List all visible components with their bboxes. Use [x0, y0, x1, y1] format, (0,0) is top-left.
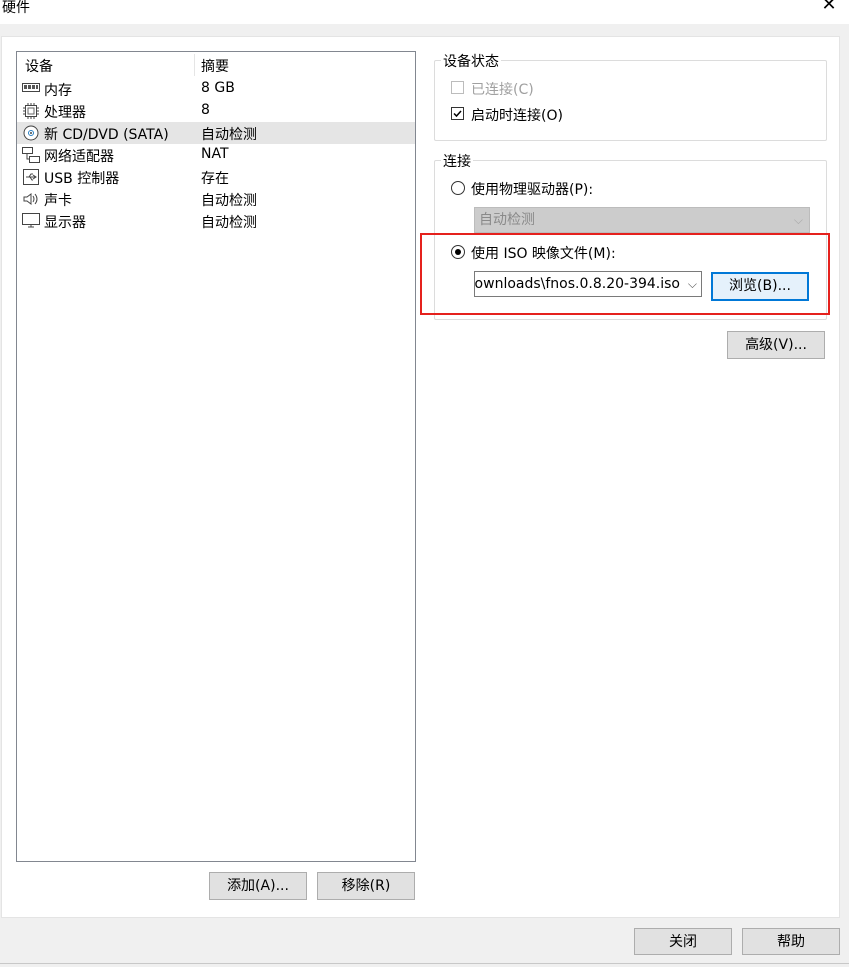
- iso-image-label[interactable]: 使用 ISO 映像文件(M):: [471, 243, 616, 263]
- device-name: 声卡: [44, 193, 72, 209]
- close-button[interactable]: 关闭: [634, 928, 732, 955]
- close-icon[interactable]: ✕: [818, 0, 840, 16]
- help-button[interactable]: 帮助: [742, 928, 840, 955]
- physical-drive-label[interactable]: 使用物理驱动器(P):: [471, 179, 593, 199]
- device-summary: NAT: [201, 146, 229, 162]
- device-summary: 8 GB: [201, 80, 235, 96]
- network-adapter-icon: [22, 147, 40, 163]
- device-status-legend: 设备状态: [441, 51, 501, 71]
- column-header-summary[interactable]: 摘要: [201, 56, 229, 76]
- device-row-processor[interactable]: 处理器 8: [17, 100, 415, 122]
- device-row-display[interactable]: 显示器 自动检测: [17, 210, 415, 232]
- advanced-button[interactable]: 高级(V)...: [727, 331, 825, 359]
- column-header-device[interactable]: 设备: [25, 56, 53, 76]
- chevron-down-icon[interactable]: ⌵: [688, 272, 697, 296]
- connected-checkbox[interactable]: [451, 81, 464, 94]
- usb-icon: [22, 169, 40, 185]
- device-row-memory[interactable]: 内存 8 GB: [17, 78, 415, 100]
- connected-label[interactable]: 已连接(C): [471, 79, 534, 99]
- physical-drive-radio[interactable]: [451, 181, 465, 195]
- device-summary: 自动检测: [201, 127, 257, 143]
- device-name: 网络适配器: [44, 149, 114, 165]
- add-button[interactable]: 添加(A)...: [209, 872, 307, 900]
- iso-image-radio[interactable]: [451, 245, 465, 259]
- connection-legend: 连接: [441, 151, 473, 171]
- connect-on-start-label[interactable]: 启动时连接(O): [471, 105, 563, 125]
- checkmark-icon: [453, 110, 462, 118]
- device-summary: 8: [201, 102, 210, 118]
- device-name: 新 CD/DVD (SATA): [44, 127, 169, 143]
- bottom-divider: [0, 963, 849, 964]
- device-summary: 自动检测: [201, 215, 257, 231]
- monitor-icon: [22, 213, 40, 229]
- speaker-icon: [22, 191, 40, 207]
- memory-icon: [22, 81, 40, 97]
- device-row-usb[interactable]: USB 控制器 存在: [17, 166, 415, 188]
- browse-button[interactable]: 浏览(B)...: [711, 272, 809, 301]
- chevron-down-icon: ⌵: [793, 213, 803, 227]
- iso-path-viewport: Downloads\fnos.0.8.20-394.iso: [475, 272, 680, 296]
- device-name: 处理器: [44, 105, 86, 121]
- window-title: 硬件: [2, 0, 30, 16]
- device-status-group: [434, 60, 827, 141]
- processor-icon: [22, 103, 40, 119]
- device-row-cd-dvd[interactable]: 新 CD/DVD (SATA) 自动检测: [17, 122, 415, 144]
- browse-button-label: 浏览(B)...: [729, 278, 791, 294]
- physical-drive-value: 自动检测: [479, 212, 535, 228]
- device-name: 内存: [44, 83, 72, 99]
- device-row-sound[interactable]: 声卡 自动检测: [17, 188, 415, 210]
- column-separator[interactable]: [194, 54, 195, 76]
- device-summary: 存在: [201, 171, 229, 187]
- device-summary: 自动检测: [201, 193, 257, 209]
- connect-on-start-checkbox[interactable]: [451, 107, 464, 120]
- device-name: USB 控制器: [44, 171, 120, 187]
- device-row-network[interactable]: 网络适配器 NAT: [17, 144, 415, 166]
- cd-dvd-icon: [22, 125, 40, 141]
- iso-path-combo[interactable]: Downloads\fnos.0.8.20-394.iso ⌵: [474, 271, 702, 297]
- device-name: 显示器: [44, 215, 86, 231]
- device-list[interactable]: 设备 摘要 内存 8 GB 处理器 8 新 CD/DVD (SATA) 自动检测…: [16, 51, 416, 862]
- remove-button[interactable]: 移除(R): [317, 872, 415, 900]
- physical-drive-select[interactable]: 自动检测 ⌵: [474, 207, 810, 233]
- list-header: 设备 摘要: [17, 52, 415, 78]
- radio-dot: [455, 249, 461, 255]
- title-bar: 硬件 ✕: [0, 0, 849, 24]
- iso-path-value[interactable]: Downloads\fnos.0.8.20-394.iso: [475, 276, 680, 292]
